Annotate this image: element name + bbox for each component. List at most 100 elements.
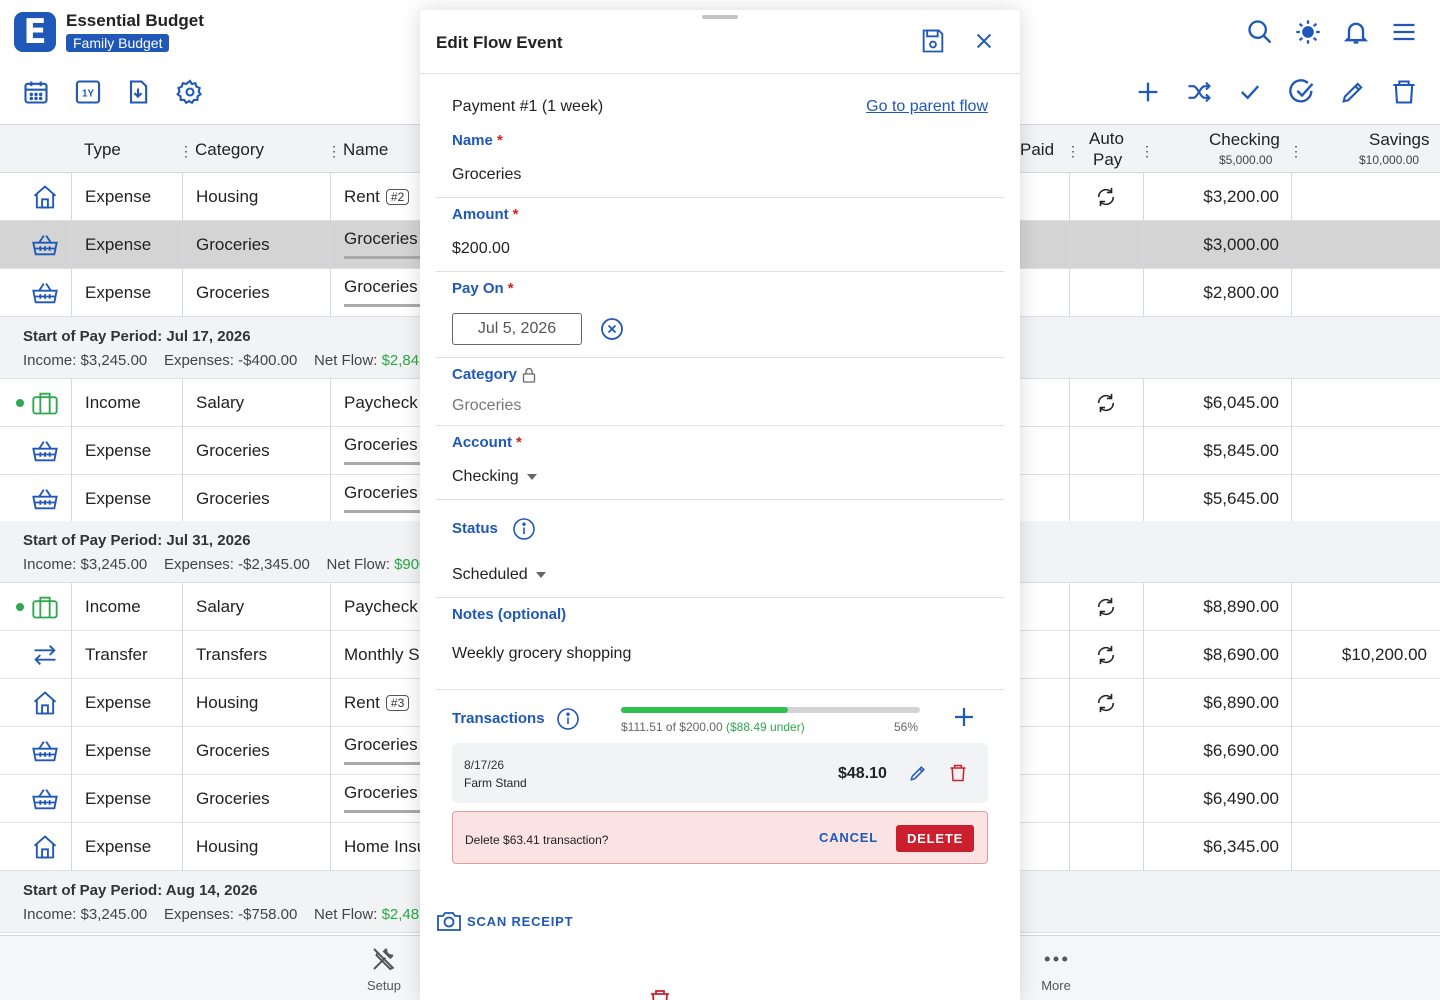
pay-on-date-field[interactable]: Jul 5, 2026 bbox=[452, 313, 582, 345]
column-menu-icon[interactable]: ⋮ bbox=[1434, 143, 1440, 160]
row-name: Rent #3 bbox=[344, 679, 410, 727]
plus-icon[interactable] bbox=[1132, 76, 1164, 108]
notes-field[interactable]: Weekly grocery shopping bbox=[452, 645, 631, 663]
drag-handle[interactable] bbox=[702, 15, 738, 19]
column-menu-icon[interactable]: ⋮ bbox=[1140, 143, 1154, 160]
go-to-parent-flow-link[interactable]: Go to parent flow bbox=[866, 98, 988, 116]
name-label: Name * bbox=[452, 132, 503, 149]
column-checking[interactable]: Checking bbox=[1209, 130, 1280, 150]
name-field[interactable]: Groceries bbox=[452, 166, 521, 184]
column-category[interactable]: Category bbox=[195, 140, 264, 160]
row-category: Salary bbox=[196, 393, 245, 412]
row-category: Housing bbox=[196, 187, 259, 206]
transactions-percent: 56% bbox=[894, 720, 919, 734]
transactions-progress-bar bbox=[621, 707, 920, 713]
house-icon bbox=[30, 833, 60, 861]
download-icon[interactable] bbox=[122, 76, 154, 108]
status-select[interactable]: Scheduled bbox=[452, 566, 546, 584]
gear-icon[interactable] bbox=[174, 76, 206, 108]
amount-field[interactable]: $200.00 bbox=[452, 240, 510, 258]
row-checking-balance: $6,345.00 bbox=[1203, 837, 1279, 856]
period-net-label: Net Flow: bbox=[314, 906, 378, 923]
trash-icon[interactable] bbox=[1388, 76, 1420, 108]
row-category: Salary bbox=[196, 597, 245, 616]
search-icon[interactable] bbox=[1244, 16, 1276, 48]
transactions-summary: $111.51 of $200.00 ($88.49 under) bbox=[621, 720, 805, 734]
account-select[interactable]: Checking bbox=[452, 468, 537, 486]
app-title: Essential Budget bbox=[66, 11, 204, 30]
transaction-date: 8/17/26 bbox=[464, 758, 505, 772]
row-progress-bar bbox=[344, 304, 420, 307]
field-divider bbox=[436, 197, 1004, 198]
period-expenses: Expenses: -$400.00 bbox=[163, 352, 298, 369]
column-savings[interactable]: Savings bbox=[1369, 130, 1429, 150]
pay-period-title: Start of Pay Period: Jul 31, 2026 bbox=[23, 532, 251, 549]
delete-event-trash-icon bbox=[651, 990, 669, 1000]
edit-transaction-icon[interactable] bbox=[908, 763, 928, 783]
row-type: Income bbox=[85, 393, 141, 412]
one-year-icon[interactable]: 1Y bbox=[72, 76, 104, 108]
delete-event-button[interactable] bbox=[648, 988, 672, 1000]
sun-icon[interactable] bbox=[1292, 16, 1324, 48]
delete-confirmation-text: Delete $63.41 transaction? bbox=[465, 833, 609, 847]
lock-icon bbox=[522, 367, 536, 383]
required-mark: * bbox=[507, 280, 514, 297]
row-type: Expense bbox=[85, 187, 152, 206]
budget-selector[interactable]: Family Budget bbox=[66, 34, 170, 52]
camera-icon bbox=[437, 912, 461, 931]
account-label: Account * bbox=[452, 434, 522, 451]
status-info-icon[interactable] bbox=[512, 517, 536, 541]
row-type: Expense bbox=[85, 789, 152, 808]
menu-icon[interactable] bbox=[1388, 16, 1420, 48]
more-dots-icon bbox=[1044, 956, 1068, 962]
row-progress-bar bbox=[344, 810, 420, 813]
delete-button[interactable]: DELETE bbox=[896, 825, 974, 852]
category-label: Category bbox=[452, 366, 518, 383]
check-icon[interactable] bbox=[1234, 76, 1266, 108]
period-net-label: Net Flow: bbox=[314, 352, 378, 369]
clear-date-icon[interactable] bbox=[600, 317, 624, 341]
house-icon bbox=[30, 183, 60, 211]
column-menu-icon[interactable]: ⋮ bbox=[1289, 143, 1303, 160]
field-divider bbox=[436, 271, 1004, 272]
column-paid[interactable]: Paid bbox=[1020, 140, 1054, 160]
shuffle-icon[interactable] bbox=[1183, 76, 1215, 108]
column-menu-icon[interactable]: ⋮ bbox=[1066, 143, 1080, 160]
notes-label: Notes (optional) bbox=[452, 606, 567, 623]
check-circle-icon[interactable] bbox=[1286, 76, 1318, 108]
column-name[interactable]: Name bbox=[343, 140, 388, 160]
row-name: Paycheck bbox=[344, 597, 418, 616]
column-menu-icon[interactable]: ⋮ bbox=[179, 143, 193, 160]
transactions-progress-fill bbox=[621, 707, 789, 713]
close-icon[interactable] bbox=[973, 30, 995, 52]
status-dot bbox=[16, 399, 24, 407]
add-transaction-icon[interactable] bbox=[952, 705, 976, 729]
transaction-item[interactable]: 8/17/26 Farm Stand $48.10 bbox=[452, 743, 988, 803]
briefcase-icon bbox=[30, 389, 60, 417]
row-checking-balance: $6,490.00 bbox=[1203, 789, 1279, 808]
house-icon bbox=[30, 689, 60, 717]
pencil-icon[interactable] bbox=[1337, 76, 1369, 108]
calendar-icon[interactable] bbox=[20, 76, 52, 108]
dropdown-caret-icon bbox=[535, 571, 546, 578]
bell-icon[interactable] bbox=[1340, 16, 1372, 48]
delete-transaction-icon[interactable] bbox=[948, 763, 968, 783]
cancel-button[interactable]: CANCEL bbox=[819, 830, 878, 845]
column-menu-icon[interactable]: ⋮ bbox=[327, 143, 341, 160]
row-checking-balance: $3,200.00 bbox=[1203, 187, 1279, 206]
scan-receipt-button[interactable]: SCAN RECEIPT bbox=[436, 909, 573, 933]
transaction-name: Farm Stand bbox=[464, 776, 527, 790]
nav-more[interactable]: More bbox=[1026, 944, 1086, 993]
auto-pay-icon bbox=[1095, 596, 1117, 618]
period-expenses: Expenses: -$2,345.00 bbox=[163, 556, 310, 573]
amount-label: Amount * bbox=[452, 206, 519, 223]
transactions-info-icon[interactable] bbox=[556, 707, 580, 731]
tools-icon bbox=[373, 948, 395, 971]
row-type: Income bbox=[85, 597, 141, 616]
save-icon[interactable] bbox=[919, 27, 947, 55]
nav-setup[interactable]: Setup bbox=[354, 944, 414, 993]
column-type[interactable]: Type bbox=[84, 140, 121, 160]
row-checking-balance: $3,000.00 bbox=[1203, 235, 1279, 254]
column-auto-pay[interactable]: Auto bbox=[1089, 129, 1124, 149]
row-name: Groceries bbox=[344, 483, 418, 502]
